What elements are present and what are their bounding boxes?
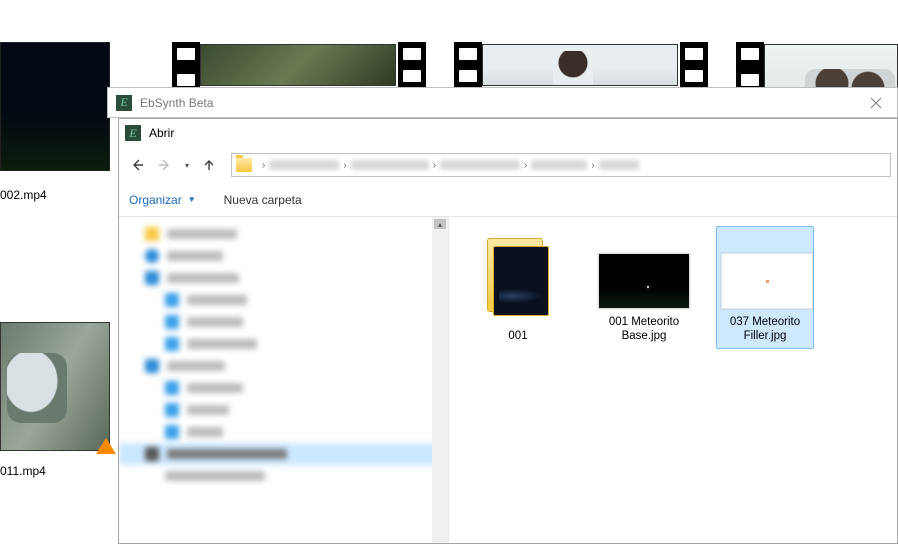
arrow-up-icon bbox=[202, 158, 216, 172]
new-folder-label: Nueva carpeta bbox=[224, 193, 302, 207]
arrow-left-icon bbox=[130, 158, 144, 172]
chevron-up-icon: ▴ bbox=[438, 220, 442, 229]
file-list-pane[interactable]: 001 001 Meteorito Base.jpg 037 Meteorito… bbox=[449, 217, 897, 543]
video-frame bbox=[200, 44, 396, 86]
ebsynth-window-titlebar: E EbSynth Beta bbox=[107, 87, 898, 118]
new-folder-button[interactable]: Nueva carpeta bbox=[224, 193, 302, 207]
video-frame bbox=[0, 322, 110, 451]
folder-item[interactable]: 001 bbox=[469, 231, 567, 343]
video-thumb[interactable] bbox=[454, 42, 482, 88]
organize-button[interactable]: Organizar ▼ bbox=[129, 193, 196, 207]
image-file-item[interactable]: 001 Meteorito Base.jpg bbox=[595, 231, 693, 344]
nav-forward-button[interactable] bbox=[153, 153, 177, 177]
video-thumb-strip bbox=[398, 42, 426, 88]
ebsynth-app-icon: E bbox=[125, 125, 141, 141]
ebsynth-app-icon: E bbox=[116, 95, 132, 111]
nav-up-button[interactable] bbox=[197, 153, 221, 177]
dialog-title: Abrir bbox=[149, 126, 174, 140]
arrow-right-icon bbox=[158, 158, 172, 172]
file-name: 037 Meteorito Filler.jpg bbox=[721, 315, 809, 344]
dialog-titlebar: E Abrir bbox=[119, 119, 897, 147]
close-icon bbox=[870, 97, 882, 109]
sidebar-tree[interactable] bbox=[119, 217, 448, 493]
vlc-cone-icon bbox=[96, 438, 116, 454]
nav-bar: ▾ › › › › › bbox=[119, 147, 897, 183]
image-thumbnail bbox=[721, 253, 813, 309]
nav-sidebar: ▴ bbox=[119, 217, 449, 543]
folder-icon bbox=[236, 158, 252, 172]
nav-history-dropdown[interactable]: ▾ bbox=[181, 161, 193, 170]
folder-icon bbox=[485, 238, 551, 316]
nav-back-button[interactable] bbox=[125, 153, 149, 177]
dialog-body: ▴ 001 001 Mete bbox=[119, 217, 897, 543]
open-file-dialog: E Abrir ▾ › › › › › Organizar bbox=[118, 118, 898, 544]
ebsynth-title: EbSynth Beta bbox=[140, 96, 855, 110]
file-label: 011.mp4 bbox=[0, 464, 46, 478]
chevron-down-icon: ▼ bbox=[188, 195, 196, 204]
dialog-toolbar: Organizar ▼ Nueva carpeta bbox=[119, 183, 897, 217]
address-bar[interactable]: › › › › › bbox=[231, 153, 891, 177]
organize-label: Organizar bbox=[129, 193, 182, 207]
file-label: 002.mp4 bbox=[0, 188, 47, 202]
file-name: 001 bbox=[469, 329, 567, 343]
file-name: 001 Meteorito Base.jpg bbox=[595, 315, 693, 344]
close-button[interactable] bbox=[855, 89, 897, 117]
sidebar-scrollbar[interactable]: ▴ bbox=[432, 217, 448, 543]
image-file-item-selected[interactable]: 037 Meteorito Filler.jpg bbox=[716, 226, 814, 349]
image-thumbnail bbox=[598, 253, 690, 309]
video-thumb-strip bbox=[680, 42, 708, 88]
chevron-right-icon: › bbox=[262, 160, 265, 171]
video-frame bbox=[0, 42, 110, 171]
video-frame bbox=[482, 44, 678, 86]
